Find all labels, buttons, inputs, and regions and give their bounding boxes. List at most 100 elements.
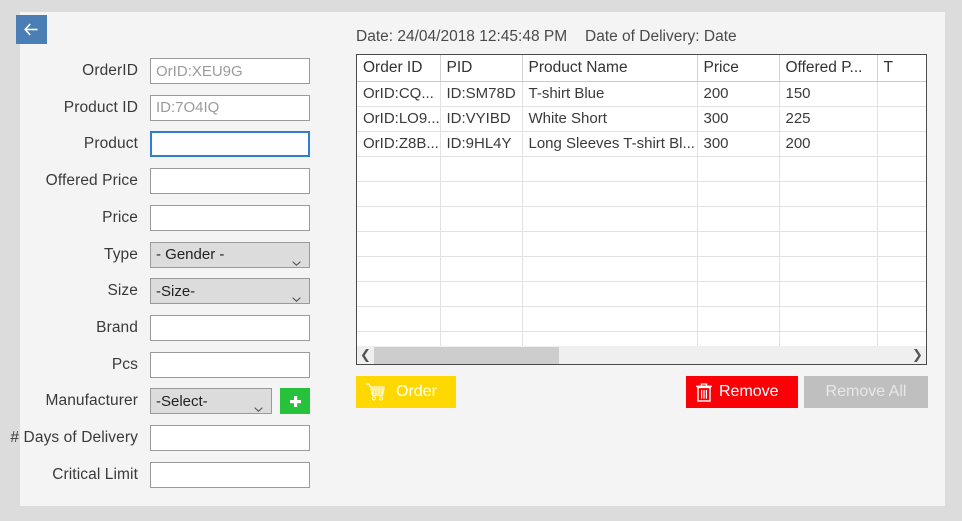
remove-button[interactable]: Remove (686, 376, 798, 408)
type-select[interactable]: - Gender - (150, 241, 310, 268)
table-row-empty[interactable] (357, 181, 926, 207)
cell-empty (877, 156, 926, 182)
remove-button-label: Remove (719, 383, 779, 400)
days-of-delivery-input[interactable] (150, 425, 310, 451)
table-row-empty[interactable] (357, 206, 926, 232)
grid-horizontal-scrollbar[interactable]: ❮ ❯ (356, 346, 927, 365)
cell-empty (440, 231, 523, 257)
manufacturer-select-value: -Select- (156, 392, 208, 410)
scrollbar-track[interactable] (374, 346, 909, 364)
cell-empty (522, 206, 698, 232)
add-manufacturer-button[interactable] (280, 388, 310, 415)
cell-empty (697, 256, 780, 282)
cell-empty (877, 181, 926, 207)
table-header: Order ID PID Product Name Price Offered P...… (357, 55, 926, 82)
application-window: OrderID Product ID Product Offered Price Pri… (0, 0, 962, 521)
cell-empty (877, 256, 926, 282)
cell-empty (522, 306, 698, 332)
field-label: Type (103, 245, 138, 263)
cell-empty (357, 256, 441, 282)
brand-input[interactable] (150, 314, 310, 341)
field-label: Product (83, 135, 138, 153)
chevron-down-icon (292, 289, 301, 303)
table-row-empty[interactable] (357, 231, 926, 257)
cell-empty (440, 306, 523, 332)
cell-pid: ID:SM78D (440, 81, 523, 107)
field-label: Product ID (63, 98, 138, 116)
manufacturer-select[interactable]: -Select- (150, 388, 272, 415)
orderid-input[interactable] (150, 58, 310, 84)
cell-empty (779, 231, 878, 257)
field-label: # Days of Delivery (10, 429, 138, 446)
current-date-label: Date: 24/04/2018 12:45:48 PM (356, 28, 568, 45)
cell-empty (779, 206, 878, 232)
cell-empty (779, 181, 878, 207)
chevron-down-icon (254, 399, 263, 413)
offered-price-input[interactable] (150, 168, 310, 195)
cell-empty (697, 231, 780, 257)
cell-empty (697, 306, 780, 332)
size-select[interactable]: -Size- (150, 278, 310, 305)
table-row-empty[interactable] (357, 306, 926, 332)
table-row-empty[interactable] (357, 256, 926, 282)
table-body: OrID:CQ... ID:SM78D T-shirt Blue 200 150 OrID… (357, 81, 926, 364)
field-label: Brand (96, 318, 138, 336)
column-header[interactable]: T (877, 55, 926, 82)
form-row: Price (0, 204, 340, 231)
order-button-label: Order (396, 383, 437, 400)
pcs-input[interactable] (150, 351, 310, 378)
product-entry-form: OrderID Product ID Product Offered Price Pri… (0, 40, 340, 495)
cell-empty (522, 231, 698, 257)
order-button[interactable]: Order (356, 376, 456, 408)
column-header[interactable]: Offered P... (779, 55, 878, 82)
cell-empty (440, 181, 523, 207)
cell-empty (440, 281, 523, 307)
cell-pid: ID:9HL4Y (440, 131, 523, 157)
form-row: Product (0, 131, 340, 158)
chevron-left-icon[interactable]: ❮ (357, 347, 374, 364)
cell-pid: ID:VYIBD (440, 106, 523, 132)
scrollbar-thumb[interactable] (374, 346, 559, 364)
field-label: Manufacturer (45, 392, 138, 410)
column-header[interactable]: Product Name (522, 55, 698, 82)
table-row[interactable]: OrID:CQ... ID:SM78D T-shirt Blue 200 150 (357, 81, 926, 107)
cell-empty (779, 256, 878, 282)
chevron-down-icon (292, 253, 301, 266)
arrow-left-icon (23, 23, 40, 36)
delivery-date-label: Date of Delivery: Date (585, 28, 737, 45)
field-label: OrderID (82, 62, 138, 79)
cell-empty (357, 206, 441, 232)
column-header[interactable]: Price (697, 55, 780, 82)
orders-grid[interactable]: Order ID PID Product Name Price Offered P...… (356, 54, 927, 365)
table-row-empty[interactable] (357, 156, 926, 182)
cell-empty (357, 281, 441, 307)
remove-all-button[interactable]: Remove All (804, 376, 928, 408)
cell-empty (522, 256, 698, 282)
cell-type (877, 81, 926, 107)
cell-empty (357, 231, 441, 257)
chevron-right-icon[interactable]: ❯ (909, 347, 926, 364)
field-label: Critical Limit (52, 465, 138, 483)
cell-empty (697, 281, 780, 307)
column-header[interactable]: PID (440, 55, 523, 82)
form-row: Product ID (0, 94, 340, 121)
form-row: Type - Gender - (0, 241, 340, 268)
table-row[interactable]: OrID:Z8B... ID:9HL4Y Long Sleeves T-shirt … (357, 131, 926, 157)
critical-limit-input[interactable] (150, 461, 310, 488)
product-id-input[interactable] (150, 94, 310, 121)
product-input[interactable] (150, 131, 310, 158)
remove-all-button-label: Remove All (825, 383, 907, 400)
cell-empty (357, 181, 441, 207)
table-row-empty[interactable] (357, 281, 926, 307)
cell-empty (440, 206, 523, 232)
cell-order-id: OrID:LO9... (357, 106, 441, 132)
cell-product-name: White Short (522, 106, 698, 132)
type-select-value: - Gender - (156, 246, 225, 263)
form-row: Size -Size- (0, 278, 340, 305)
form-row: Brand (0, 314, 340, 341)
cell-empty (877, 231, 926, 257)
price-input[interactable] (150, 204, 310, 231)
column-header[interactable]: Order ID (357, 55, 441, 82)
cell-empty (877, 306, 926, 332)
table-row[interactable]: OrID:LO9... ID:VYIBD White Short 300 225 (357, 106, 926, 132)
